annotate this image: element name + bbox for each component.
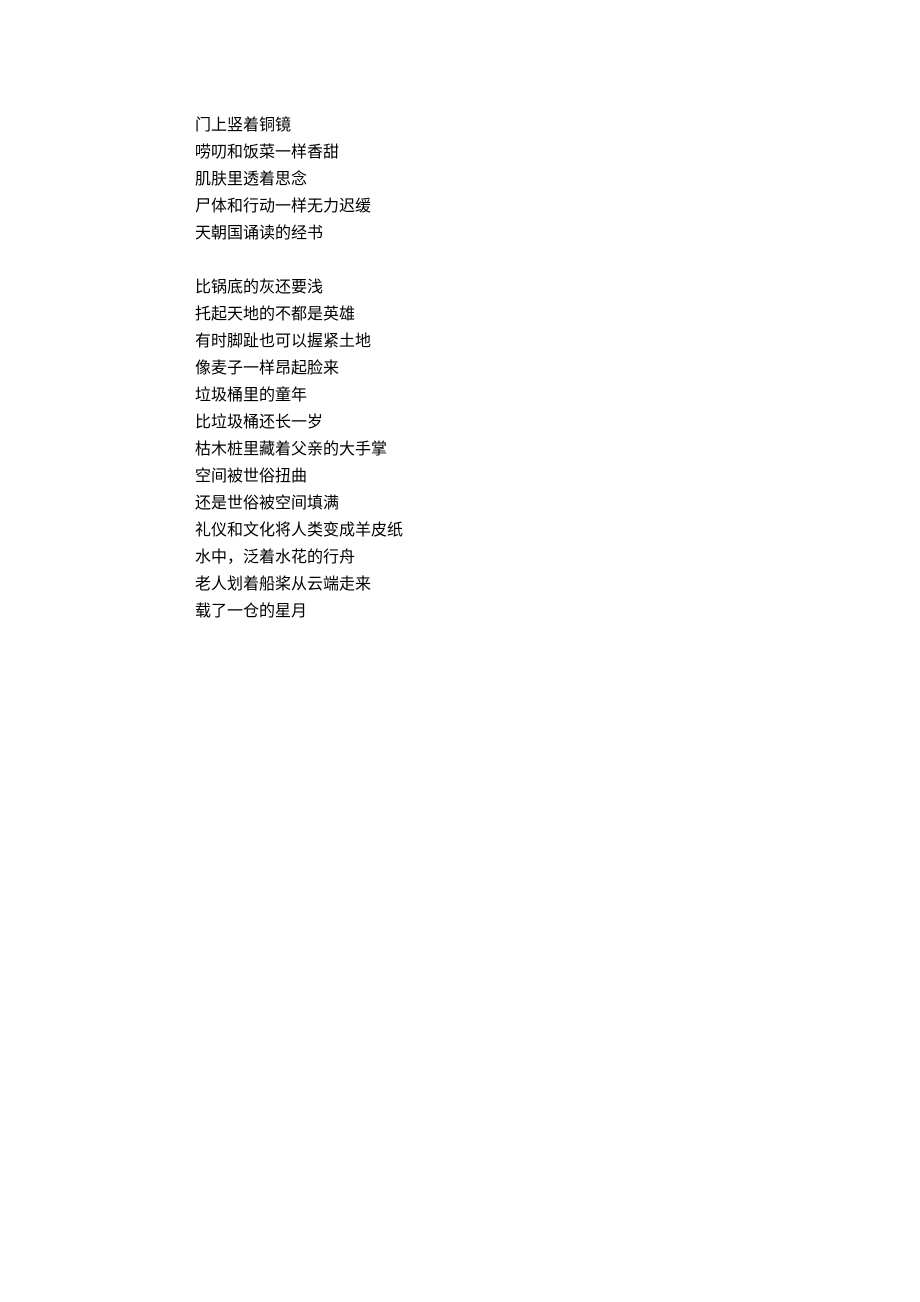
poem-line: 肌肤里透着思念 xyxy=(195,166,920,193)
poem-line: 载了一仓的星月 xyxy=(195,598,920,625)
poem-line: 天朝国诵读的经书 xyxy=(195,220,920,247)
poem-line: 还是世俗被空间填满 xyxy=(195,490,920,517)
poem-line: 有时脚趾也可以握紧土地 xyxy=(195,328,920,355)
poem-line: 门上竖着铜镜 xyxy=(195,112,920,139)
poem-line: 老人划着船桨从云端走来 xyxy=(195,571,920,598)
poem-stanza-2: 比锅底的灰还要浅 托起天地的不都是英雄 有时脚趾也可以握紧土地 像麦子一样昂起脸… xyxy=(195,274,920,625)
poem-line: 唠叨和饭菜一样香甜 xyxy=(195,139,920,166)
poem-line: 枯木桩里藏着父亲的大手掌 xyxy=(195,436,920,463)
poem-line: 礼仪和文化将人类变成羊皮纸 xyxy=(195,517,920,544)
poem-line: 比锅底的灰还要浅 xyxy=(195,274,920,301)
poem-stanza-1: 门上竖着铜镜 唠叨和饭菜一样香甜 肌肤里透着思念 尸体和行动一样无力迟缓 天朝国… xyxy=(195,112,920,247)
poem-line: 比垃圾桶还长一岁 xyxy=(195,409,920,436)
poem-line: 垃圾桶里的童年 xyxy=(195,382,920,409)
poem-line: 托起天地的不都是英雄 xyxy=(195,301,920,328)
document-page: 门上竖着铜镜 唠叨和饭菜一样香甜 肌肤里透着思念 尸体和行动一样无力迟缓 天朝国… xyxy=(0,0,920,625)
poem-line: 水中，泛着水花的行舟 xyxy=(195,544,920,571)
poem-line: 像麦子一样昂起脸来 xyxy=(195,355,920,382)
poem-line: 空间被世俗扭曲 xyxy=(195,463,920,490)
poem-line: 尸体和行动一样无力迟缓 xyxy=(195,193,920,220)
